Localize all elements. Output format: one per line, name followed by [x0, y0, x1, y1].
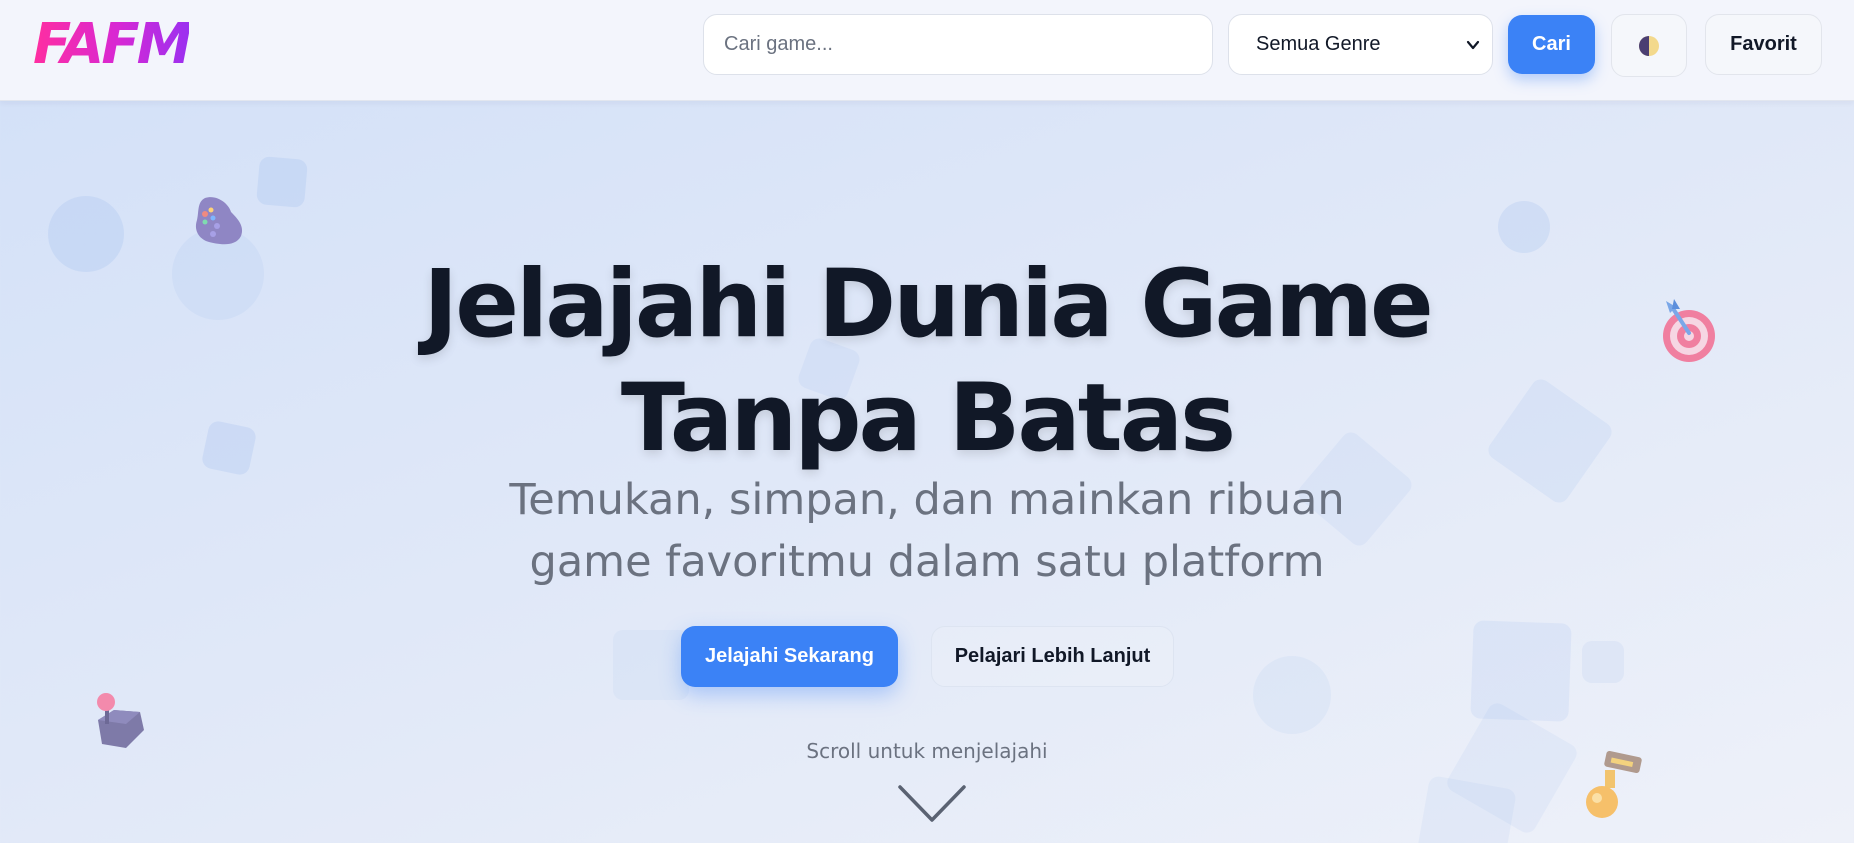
- chevron-down-icon: [1466, 40, 1480, 49]
- decor-square: [1470, 620, 1572, 722]
- decor-circle: [1498, 201, 1550, 253]
- top-navbar: FAFM Semua Genre Cari Favorit: [0, 0, 1854, 101]
- genre-select[interactable]: Semua Genre: [1228, 14, 1493, 75]
- hero-title-line1: Jelajahi Dunia Game: [423, 250, 1433, 359]
- decor-square: [255, 155, 309, 209]
- hero-subtitle-line1: Temukan, simpan, dan mainkan ribuan: [509, 475, 1345, 525]
- decor-square: [1443, 699, 1581, 837]
- hero-title-line2: Tanpa Batas: [620, 364, 1236, 473]
- logo[interactable]: FAFM: [33, 10, 192, 80]
- decor-square: [1415, 775, 1517, 843]
- gamepad-icon: [195, 197, 243, 245]
- theme-toggle-button[interactable]: [1611, 14, 1687, 77]
- chevron-down-icon[interactable]: [897, 784, 967, 824]
- decor-square: [1582, 641, 1624, 683]
- half-moon-theme-icon: [1639, 35, 1659, 56]
- scroll-hint: Scroll untuk menjelajahi: [806, 739, 1048, 763]
- hero-title: Jelajahi Dunia Game Tanpa Batas: [0, 248, 1854, 476]
- decor-circle: [1253, 656, 1331, 734]
- favorite-button[interactable]: Favorit: [1705, 14, 1822, 75]
- hero-subtitle: Temukan, simpan, dan mainkan ribuan game…: [0, 469, 1854, 593]
- search-input[interactable]: [703, 14, 1213, 75]
- hero-subtitle-line2: game favoritmu dalam satu platform: [529, 537, 1325, 587]
- genre-select-value: Semua Genre: [1256, 33, 1381, 55]
- explore-now-button[interactable]: Jelajahi Sekarang: [681, 626, 898, 687]
- learn-more-button[interactable]: Pelajari Lebih Lanjut: [931, 626, 1174, 687]
- search-button[interactable]: Cari: [1508, 15, 1595, 74]
- decor-square: [613, 630, 689, 700]
